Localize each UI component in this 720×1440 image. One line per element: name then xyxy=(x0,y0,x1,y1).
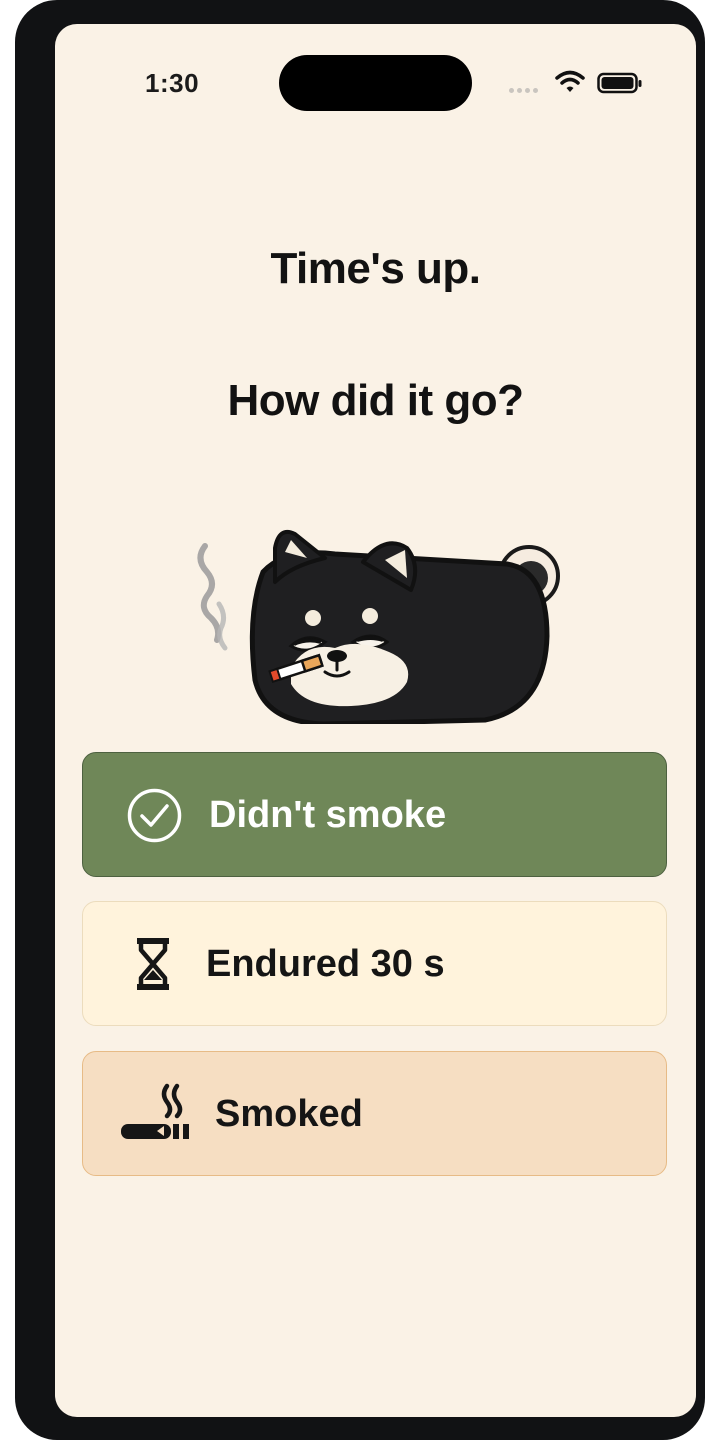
didnt-smoke-label: Didn't smoke xyxy=(209,794,447,836)
endured-label: Endured 30 s xyxy=(206,943,445,985)
smoked-button[interactable]: Smoked xyxy=(82,1051,667,1176)
status-time: 1:30 xyxy=(145,68,200,98)
hourglass-icon xyxy=(137,938,169,990)
headline-how-did-it-go: How did it go? xyxy=(227,376,524,425)
signal-dots-icon xyxy=(509,88,545,94)
dynamic-island xyxy=(279,55,472,111)
status-bar: 1:30 xyxy=(55,24,696,134)
screen: 1:30 Time's up. How did it go? Didn't sm… xyxy=(55,24,696,1417)
check-circle-icon xyxy=(127,788,182,843)
wifi-icon xyxy=(555,70,585,92)
didnt-smoke-button[interactable]: Didn't smoke xyxy=(82,752,667,877)
battery-icon xyxy=(597,72,642,94)
cigarette-icon xyxy=(121,1083,189,1139)
phone-frame: 1:30 Time's up. How did it go? Didn't sm… xyxy=(15,0,705,1440)
endured-button[interactable]: Endured 30 s xyxy=(82,901,667,1026)
smoked-label: Smoked xyxy=(215,1093,363,1135)
headline-times-up: Time's up. xyxy=(270,244,481,293)
smoking-shiba-dog-illustration xyxy=(197,529,560,724)
